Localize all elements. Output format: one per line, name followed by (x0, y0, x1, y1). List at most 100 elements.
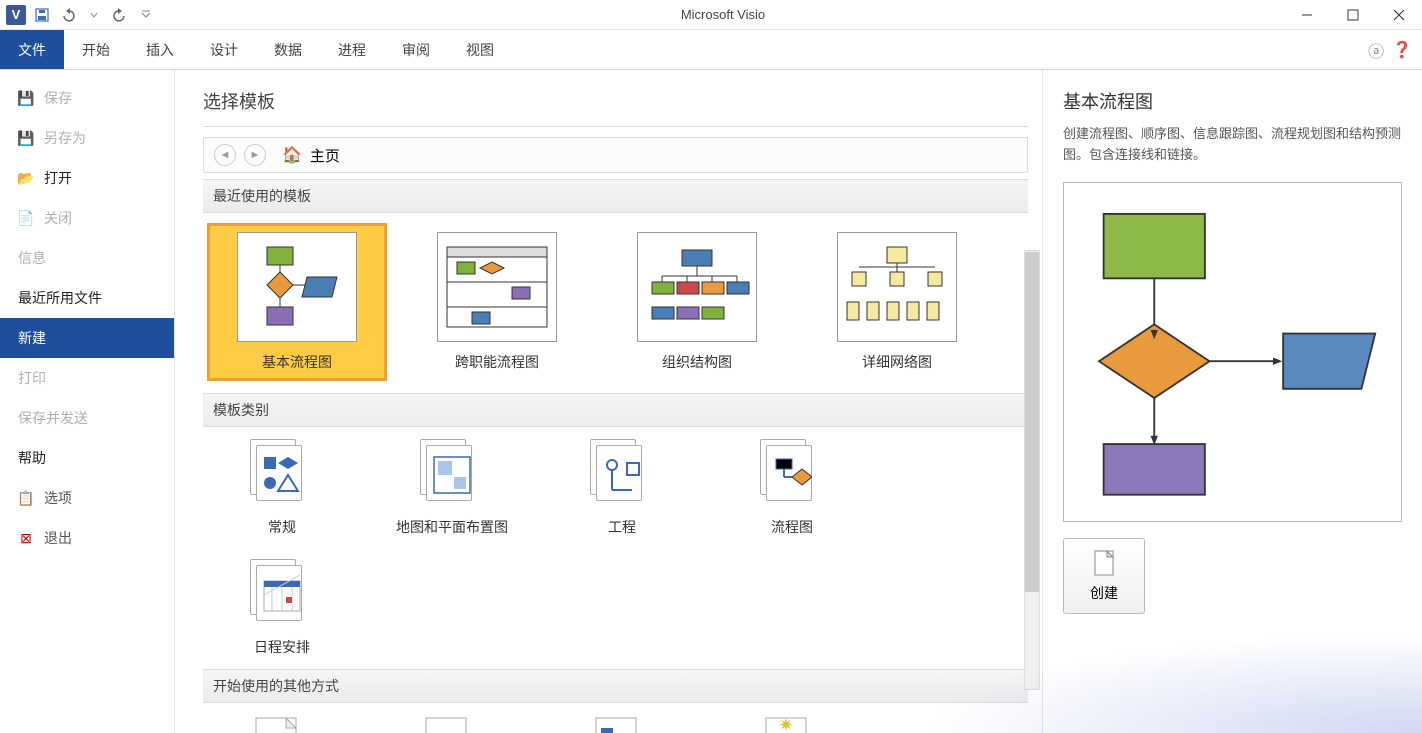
bs-new-label: 新建 (18, 328, 46, 348)
template-label: 详细网络图 (862, 352, 932, 372)
template-breadcrumb: ◄ ► 🏠 主页 (203, 137, 1028, 173)
bs-save-send[interactable]: 保存并发送 (0, 398, 174, 438)
bs-options-label: 选项 (44, 488, 72, 508)
minimize-button[interactable] (1284, 0, 1330, 30)
undo-dropdown-icon[interactable] (82, 3, 106, 27)
create-button[interactable]: 创建 (1063, 538, 1145, 614)
template-preview (1063, 182, 1402, 522)
category-maps[interactable]: 地图和平面布置图 (377, 437, 527, 537)
template-network-detail[interactable]: 详细网络图 (807, 223, 987, 381)
tab-home[interactable]: 开始 (64, 30, 128, 69)
options-icon: 📋 (18, 490, 34, 506)
category-schedule[interactable]: 日程安排 (207, 557, 357, 657)
quick-access-toolbar: V (0, 3, 162, 27)
bs-info[interactable]: 信息 (0, 238, 174, 278)
bs-info-label: 信息 (18, 248, 46, 268)
main-area: 💾 保存 💾另存为 📂 打开 📄关闭 信息 最近所用文件 新建 打印 保存并发送 帮… (0, 70, 1422, 733)
template-thumb (237, 232, 357, 342)
other-blank[interactable]: 空白绘图 (207, 713, 357, 733)
other-thumb (586, 713, 658, 733)
svg-text:✷: ✷ (778, 715, 793, 733)
window-controls (1284, 0, 1422, 30)
template-basic-flowchart[interactable]: 基本流程图 (207, 223, 387, 381)
ribbon-minimize-icon[interactable]: ⓐ (1368, 38, 1384, 62)
bs-recent-label: 最近所用文件 (18, 288, 102, 308)
nav-forward-button[interactable]: ► (244, 144, 266, 166)
qat-customize-icon[interactable] (134, 3, 158, 27)
maximize-button[interactable] (1330, 0, 1376, 30)
bs-save-as[interactable]: 💾另存为 (0, 118, 174, 158)
template-gallery: 选择模板 ◄ ► 🏠 主页 最近使用的模板 (175, 70, 1042, 733)
other-office-com[interactable]: Office.com 模板 (377, 713, 527, 733)
tab-process[interactable]: 进程 (320, 30, 384, 69)
template-org-chart[interactable]: 组织结构图 (607, 223, 787, 381)
bs-open-label: 打开 (44, 168, 72, 188)
tab-data[interactable]: 数据 (256, 30, 320, 69)
bs-close[interactable]: 📄关闭 (0, 198, 174, 238)
bs-close-label: 关闭 (44, 208, 72, 228)
exit-icon: ⊠ (18, 530, 34, 546)
template-thumb (837, 232, 957, 342)
category-label: 日程安排 (254, 637, 310, 657)
template-cross-functional[interactable]: 跨职能流程图 (407, 223, 587, 381)
category-label: 流程图 (771, 517, 813, 537)
document-icon (1092, 549, 1116, 577)
other-sample[interactable]: 示例图表 (547, 713, 697, 733)
nav-back-button[interactable]: ◄ (214, 144, 236, 166)
categories-row: 常规 地图和平面布置图 工程 流程图 日程安排 (203, 437, 1028, 657)
save-icon: 💾 (18, 90, 34, 106)
scrollbar-thumb[interactable] (1025, 252, 1039, 592)
close-button[interactable] (1376, 0, 1422, 30)
bs-print[interactable]: 打印 (0, 358, 174, 398)
category-thumb (246, 557, 318, 629)
bs-recent[interactable]: 最近所用文件 (0, 278, 174, 318)
template-label: 基本流程图 (262, 352, 332, 372)
undo-icon[interactable] (56, 3, 80, 27)
bs-saveas-label: 另存为 (44, 128, 86, 148)
redo-icon[interactable] (108, 3, 132, 27)
other-thumb (246, 713, 318, 733)
category-thumb (586, 437, 658, 509)
bs-exit[interactable]: ⊠退出 (0, 518, 174, 558)
bs-save-label: 保存 (44, 88, 72, 108)
tab-review[interactable]: 审阅 (384, 30, 448, 69)
category-general[interactable]: 常规 (207, 437, 357, 537)
home-icon[interactable]: 🏠 (282, 145, 302, 165)
category-thumb (246, 437, 318, 509)
bs-options[interactable]: 📋 选项 (0, 478, 174, 518)
template-label: 跨职能流程图 (455, 352, 539, 372)
template-label: 组织结构图 (662, 352, 732, 372)
template-thumb (437, 232, 557, 342)
choose-template-title: 选择模板 (203, 88, 1028, 114)
tab-insert[interactable]: 插入 (128, 30, 192, 69)
vertical-scrollbar[interactable] (1024, 250, 1040, 690)
app-title: Microsoft Visio (162, 7, 1284, 22)
tab-design[interactable]: 设计 (192, 30, 256, 69)
backstage-menu: 💾 保存 💾另存为 📂 打开 📄关闭 信息 最近所用文件 新建 打印 保存并发送 帮… (0, 70, 175, 733)
category-thumb (416, 437, 488, 509)
bs-new[interactable]: 新建 (0, 318, 174, 358)
category-label: 常规 (268, 517, 296, 537)
bs-open[interactable]: 📂 打开 (0, 158, 174, 198)
ribbon-tabs: 文件 开始 插入 设计 数据 进程 审阅 视图 ⓐ ❓ (0, 30, 1422, 70)
tab-file[interactable]: 文件 (0, 30, 64, 69)
bs-save[interactable]: 💾 保存 (0, 78, 174, 118)
other-from-existing[interactable]: ✷ 根据现有内容新建 (717, 713, 867, 733)
category-flowchart[interactable]: 流程图 (717, 437, 867, 537)
template-thumb (637, 232, 757, 342)
tab-view[interactable]: 视图 (448, 30, 512, 69)
help-icon[interactable]: ❓ (1392, 40, 1412, 60)
other-row: 空白绘图 Office.com 模板 示例图表 ✷ 根据现有内容新建 (203, 713, 1028, 733)
bs-help[interactable]: 帮助 (0, 438, 174, 478)
recent-templates-header: 最近使用的模板 (203, 179, 1028, 213)
open-folder-icon: 📂 (18, 170, 34, 186)
preview-description: 创建流程图、顺序图、信息跟踪图、流程规划图和结构预测图。包含连接线和链接。 (1063, 124, 1402, 166)
breadcrumb-home[interactable]: 主页 (310, 145, 340, 166)
save-icon[interactable] (30, 3, 54, 27)
create-label: 创建 (1090, 583, 1118, 603)
preview-title: 基本流程图 (1063, 88, 1402, 114)
category-engineering[interactable]: 工程 (547, 437, 697, 537)
bs-savesend-label: 保存并发送 (18, 408, 88, 428)
visio-app-icon[interactable]: V (4, 3, 28, 27)
recent-templates-row: 基本流程图 跨职能流程图 (203, 223, 1028, 381)
